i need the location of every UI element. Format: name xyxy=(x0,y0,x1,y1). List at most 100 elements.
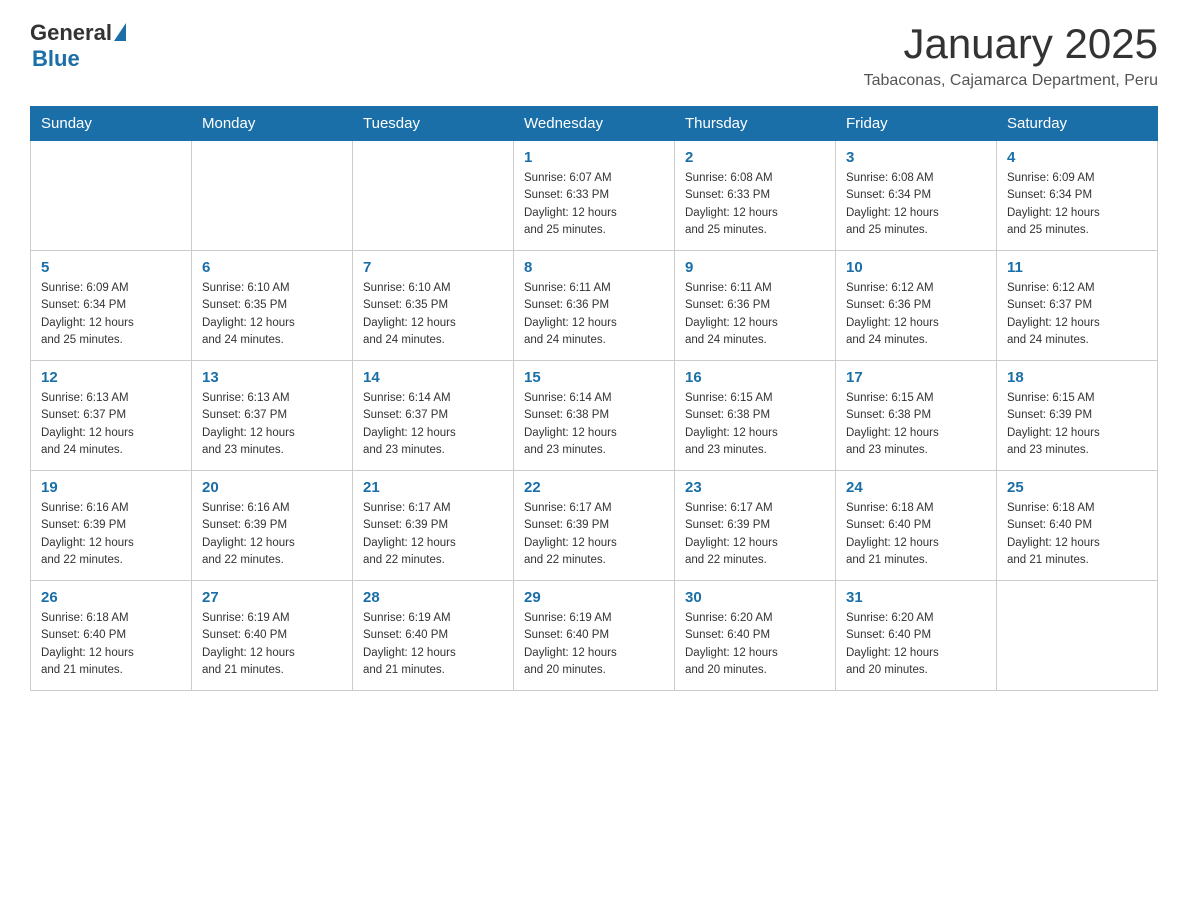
calendar-title: January 2025 xyxy=(864,20,1158,68)
calendar-cell: 4Sunrise: 6:09 AMSunset: 6:34 PMDaylight… xyxy=(997,141,1158,251)
calendar-cell: 28 Sunrise: 6:19 AMSunset: 6:40 PMDayligh… xyxy=(353,581,514,691)
page-header: General Blue January 2025 Tabaconas, Caj… xyxy=(30,20,1158,90)
calendar-cell: 22 Sunrise: 6:17 AMSunset: 6:39 PMDayligh… xyxy=(514,471,675,581)
day-info: Sunrise: 6:10 AMSunset: 6:35 PMDaylight:… xyxy=(202,280,342,349)
calendar-cell: 10 Sunrise: 6:12 AMSunset: 6:36 PMDayligh… xyxy=(836,251,997,361)
day-info: Sunrise: 6:12 AMSunset: 6:37 PMDaylight:… xyxy=(1007,280,1147,349)
day-of-week-header: Saturday xyxy=(997,107,1158,141)
logo-blue-text: Blue xyxy=(32,46,80,72)
day-number: 26 xyxy=(41,589,181,606)
day-info: Sunrise: 6:07 AMSunset: 6:33 PMDaylight:… xyxy=(524,170,664,239)
day-info: Sunrise: 6:17 AMSunset: 6:39 PMDaylight:… xyxy=(524,500,664,569)
calendar-cell: 31 Sunrise: 6:20 AMSunset: 6:40 PMDayligh… xyxy=(836,581,997,691)
day-info: Sunrise: 6:20 AMSunset: 6:40 PMDaylight:… xyxy=(846,610,986,679)
day-number: 13 xyxy=(202,369,342,386)
calendar-cell: 25 Sunrise: 6:18 AMSunset: 6:40 PMDayligh… xyxy=(997,471,1158,581)
day-info: Sunrise: 6:10 AMSunset: 6:35 PMDaylight:… xyxy=(363,280,503,349)
logo-general-text: General xyxy=(30,20,112,46)
day-number: 22 xyxy=(524,479,664,496)
calendar-cell xyxy=(31,141,192,251)
calendar-week-row: 5 Sunrise: 6:09 AMSunset: 6:34 PMDaylight… xyxy=(31,251,1158,361)
calendar-cell xyxy=(353,141,514,251)
calendar-cell: 7Sunrise: 6:10 AMSunset: 6:35 PMDaylight… xyxy=(353,251,514,361)
day-info: Sunrise: 6:19 AMSunset: 6:40 PMDaylight:… xyxy=(202,610,342,679)
day-number: 14 xyxy=(363,369,503,386)
day-of-week-header: Monday xyxy=(192,107,353,141)
day-number: 6 xyxy=(202,259,342,276)
day-info: Sunrise: 6:18 AMSunset: 6:40 PMDaylight:… xyxy=(41,610,181,679)
day-number: 23 xyxy=(685,479,825,496)
day-number: 20 xyxy=(202,479,342,496)
day-number: 21 xyxy=(363,479,503,496)
calendar-cell: 19Sunrise: 6:16 AMSunset: 6:39 PMDayligh… xyxy=(31,471,192,581)
day-of-week-header: Thursday xyxy=(675,107,836,141)
day-info: Sunrise: 6:20 AMSunset: 6:40 PMDaylight:… xyxy=(685,610,825,679)
day-info: Sunrise: 6:17 AMSunset: 6:39 PMDaylight:… xyxy=(685,500,825,569)
day-number: 16 xyxy=(685,369,825,386)
day-info: Sunrise: 6:18 AMSunset: 6:40 PMDaylight:… xyxy=(846,500,986,569)
day-info: Sunrise: 6:18 AMSunset: 6:40 PMDaylight:… xyxy=(1007,500,1147,569)
calendar-cell: 5 Sunrise: 6:09 AMSunset: 6:34 PMDaylight… xyxy=(31,251,192,361)
day-info: Sunrise: 6:19 AMSunset: 6:40 PMDaylight:… xyxy=(524,610,664,679)
day-info: Sunrise: 6:12 AMSunset: 6:36 PMDaylight:… xyxy=(846,280,986,349)
day-number: 1 xyxy=(524,149,664,166)
calendar-cell xyxy=(997,581,1158,691)
calendar-cell: 3 Sunrise: 6:08 AMSunset: 6:34 PMDaylight… xyxy=(836,141,997,251)
calendar-cell: 8 Sunrise: 6:11 AMSunset: 6:36 PMDaylight… xyxy=(514,251,675,361)
day-number: 2 xyxy=(685,149,825,166)
day-number: 31 xyxy=(846,589,986,606)
title-block: January 2025 Tabaconas, Cajamarca Depart… xyxy=(864,20,1158,90)
calendar-subtitle: Tabaconas, Cajamarca Department, Peru xyxy=(864,72,1158,90)
day-number: 8 xyxy=(524,259,664,276)
day-info: Sunrise: 6:15 AMSunset: 6:38 PMDaylight:… xyxy=(685,390,825,459)
calendar-week-row: 19Sunrise: 6:16 AMSunset: 6:39 PMDayligh… xyxy=(31,471,1158,581)
calendar-week-row: 1 Sunrise: 6:07 AMSunset: 6:33 PMDaylight… xyxy=(31,141,1158,251)
day-number: 29 xyxy=(524,589,664,606)
day-info: Sunrise: 6:09 AMSunset: 6:34 PMDaylight:… xyxy=(41,280,181,349)
day-number: 10 xyxy=(846,259,986,276)
day-of-week-header: Friday xyxy=(836,107,997,141)
calendar-cell: 24 Sunrise: 6:18 AMSunset: 6:40 PMDayligh… xyxy=(836,471,997,581)
logo-triangle-icon xyxy=(114,23,126,41)
day-number: 25 xyxy=(1007,479,1147,496)
calendar-cell: 1 Sunrise: 6:07 AMSunset: 6:33 PMDaylight… xyxy=(514,141,675,251)
logo: General Blue xyxy=(30,20,126,72)
day-info: Sunrise: 6:11 AMSunset: 6:36 PMDaylight:… xyxy=(685,280,825,349)
calendar-week-row: 12Sunrise: 6:13 AMSunset: 6:37 PMDayligh… xyxy=(31,361,1158,471)
day-number: 17 xyxy=(846,369,986,386)
calendar-cell: 26 Sunrise: 6:18 AMSunset: 6:40 PMDayligh… xyxy=(31,581,192,691)
day-number: 11 xyxy=(1007,259,1147,276)
day-number: 18 xyxy=(1007,369,1147,386)
day-info: Sunrise: 6:17 AMSunset: 6:39 PMDaylight:… xyxy=(363,500,503,569)
calendar-table: SundayMondayTuesdayWednesdayThursdayFrid… xyxy=(30,106,1158,691)
day-info: Sunrise: 6:15 AMSunset: 6:39 PMDaylight:… xyxy=(1007,390,1147,459)
calendar-cell xyxy=(192,141,353,251)
day-info: Sunrise: 6:08 AMSunset: 6:34 PMDaylight:… xyxy=(846,170,986,239)
day-number: 15 xyxy=(524,369,664,386)
day-info: Sunrise: 6:11 AMSunset: 6:36 PMDaylight:… xyxy=(524,280,664,349)
day-info: Sunrise: 6:19 AMSunset: 6:40 PMDaylight:… xyxy=(363,610,503,679)
calendar-cell: 20Sunrise: 6:16 AMSunset: 6:39 PMDayligh… xyxy=(192,471,353,581)
calendar-week-row: 26 Sunrise: 6:18 AMSunset: 6:40 PMDayligh… xyxy=(31,581,1158,691)
day-number: 5 xyxy=(41,259,181,276)
calendar-cell: 16 Sunrise: 6:15 AMSunset: 6:38 PMDayligh… xyxy=(675,361,836,471)
calendar-cell: 15Sunrise: 6:14 AMSunset: 6:38 PMDayligh… xyxy=(514,361,675,471)
day-info: Sunrise: 6:15 AMSunset: 6:38 PMDaylight:… xyxy=(846,390,986,459)
calendar-cell: 9 Sunrise: 6:11 AMSunset: 6:36 PMDaylight… xyxy=(675,251,836,361)
day-number: 24 xyxy=(846,479,986,496)
calendar-cell: 27 Sunrise: 6:19 AMSunset: 6:40 PMDayligh… xyxy=(192,581,353,691)
calendar-body: 1 Sunrise: 6:07 AMSunset: 6:33 PMDaylight… xyxy=(31,141,1158,691)
day-number: 27 xyxy=(202,589,342,606)
day-number: 3 xyxy=(846,149,986,166)
day-number: 30 xyxy=(685,589,825,606)
day-info: Sunrise: 6:13 AMSunset: 6:37 PMDaylight:… xyxy=(202,390,342,459)
calendar-header: SundayMondayTuesdayWednesdayThursdayFrid… xyxy=(31,107,1158,141)
day-number: 19 xyxy=(41,479,181,496)
calendar-cell: 6 Sunrise: 6:10 AMSunset: 6:35 PMDaylight… xyxy=(192,251,353,361)
day-of-week-header: Tuesday xyxy=(353,107,514,141)
day-number: 9 xyxy=(685,259,825,276)
calendar-cell: 23 Sunrise: 6:17 AMSunset: 6:39 PMDayligh… xyxy=(675,471,836,581)
calendar-cell: 11 Sunrise: 6:12 AMSunset: 6:37 PMDayligh… xyxy=(997,251,1158,361)
day-number: 28 xyxy=(363,589,503,606)
calendar-cell: 2Sunrise: 6:08 AMSunset: 6:33 PMDaylight… xyxy=(675,141,836,251)
